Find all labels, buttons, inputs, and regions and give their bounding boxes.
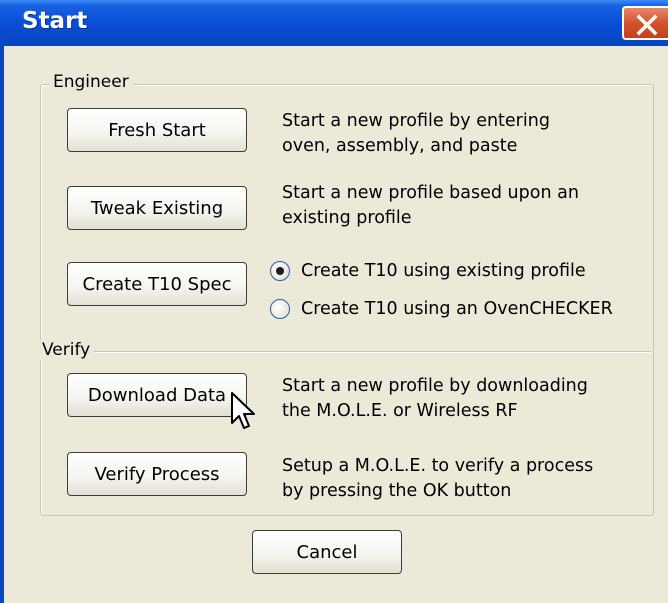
fresh-start-label: Fresh Start [108, 119, 206, 141]
mouse-cursor-icon [231, 392, 255, 429]
download-data-label: Download Data [87, 384, 227, 406]
window-frame [0, 46, 4, 603]
title-bar[interactable]: Start [0, 0, 668, 46]
radio-button[interactable] [270, 299, 290, 319]
tweak-existing-label: Tweak Existing [90, 197, 224, 219]
description-line: existing profile [282, 208, 412, 228]
verify-legend: Verify [38, 340, 95, 360]
fresh-start-description: Start a new profile by entering oven, as… [282, 109, 550, 159]
window-title: Start [22, 8, 88, 34]
fresh-start-button[interactable]: Fresh Start [67, 108, 247, 152]
verify-process-description: Setup a M.O.L.E. to verify a process by … [282, 454, 593, 504]
cancel-button[interactable]: Cancel [252, 530, 402, 574]
group-separator [41, 351, 651, 353]
description-line: oven, assembly, and paste [282, 136, 518, 156]
radio-label: Create T10 using existing profile [301, 261, 586, 281]
description-line: the M.O.L.E. or Wireless RF [282, 401, 518, 421]
engineer-legend: Engineer [49, 72, 133, 92]
radio-label: Create T10 using an OvenCHECKER [301, 299, 613, 319]
create-t10-spec-label: Create T10 Spec [82, 273, 232, 295]
cancel-label: Cancel [296, 541, 358, 563]
verify-process-label: Verify Process [94, 463, 220, 485]
start-dialog: Start Engineer Verify Fresh Start Start … [0, 0, 668, 603]
description-line: Start a new profile based upon an [282, 183, 579, 203]
tweak-existing-button[interactable]: Tweak Existing [67, 186, 247, 230]
radio-button-selected[interactable] [270, 261, 290, 281]
radio-existing-profile[interactable]: Create T10 using existing profile [270, 261, 586, 281]
description-line: Start a new profile by downloading [282, 376, 588, 396]
description-line: Setup a M.O.L.E. to verify a process [282, 456, 594, 476]
download-data-button[interactable]: Download Data [67, 373, 247, 417]
description-line: by pressing the OK button [282, 481, 512, 501]
description-line: Start a new profile by entering [282, 111, 550, 131]
radio-ovenchecker[interactable]: Create T10 using an OvenCHECKER [270, 299, 613, 319]
close-button[interactable] [622, 6, 668, 40]
verify-process-button[interactable]: Verify Process [67, 452, 247, 496]
tweak-existing-description: Start a new profile based upon an existi… [282, 181, 579, 231]
download-data-description: Start a new profile by downloading the M… [282, 374, 588, 424]
create-t10-spec-button[interactable]: Create T10 Spec [67, 262, 247, 306]
close-icon [636, 14, 658, 36]
